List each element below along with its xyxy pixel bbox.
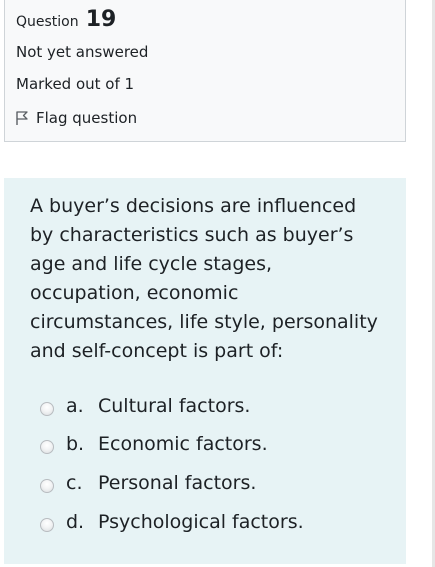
answer-option-a[interactable]: a. Cultural factors. bbox=[40, 395, 250, 417]
radio-button-b[interactable] bbox=[40, 440, 54, 454]
question-grade: Marked out of 1 bbox=[16, 75, 135, 93]
radio-button-d[interactable] bbox=[40, 518, 54, 532]
question-text-line: A buyer’s decisions are influenced bbox=[30, 195, 357, 217]
answer-option-b[interactable]: b. Economic factors. bbox=[40, 433, 268, 455]
answer-letter: a. bbox=[66, 395, 84, 417]
flag-question-label: Flag question bbox=[36, 109, 138, 127]
answer-text[interactable]: Psychological factors. bbox=[98, 511, 304, 533]
question-text: A buyer’s decisions are influenced by ch… bbox=[30, 192, 390, 366]
flag-outline-icon bbox=[15, 110, 29, 126]
quiz-page: Question 19 Not yet answered Marked out … bbox=[0, 0, 435, 567]
answer-letter: d. bbox=[66, 511, 85, 533]
answer-option-d[interactable]: d. Psychological factors. bbox=[40, 511, 304, 533]
radio-button-c[interactable] bbox=[40, 479, 54, 493]
answer-option-c[interactable]: c. Personal factors. bbox=[40, 472, 256, 494]
answer-text[interactable]: Economic factors. bbox=[98, 433, 268, 455]
question-text-line: circumstances, life style, personality bbox=[30, 311, 378, 333]
answer-letter: c. bbox=[66, 472, 83, 494]
answer-letter: b. bbox=[66, 433, 85, 455]
question-label: Question bbox=[16, 14, 79, 30]
radio-button-a[interactable] bbox=[40, 402, 54, 416]
flag-question-link[interactable]: Flag question bbox=[15, 109, 137, 127]
question-state: Not yet answered bbox=[16, 43, 149, 61]
question-heading: Question 19 bbox=[16, 7, 116, 32]
question-text-line: and self-concept is part of: bbox=[30, 340, 284, 362]
question-info-panel: Question 19 Not yet answered Marked out … bbox=[4, 0, 406, 142]
answer-text[interactable]: Personal factors. bbox=[98, 472, 256, 494]
question-text-line: occupation, economic bbox=[30, 282, 239, 304]
question-text-line: by characteristics such as buyer’s bbox=[30, 224, 354, 246]
answer-text[interactable]: Cultural factors. bbox=[98, 395, 250, 417]
question-content-panel: A buyer’s decisions are influenced by ch… bbox=[4, 178, 406, 564]
question-text-line: age and life cycle stages, bbox=[30, 253, 273, 275]
question-number: 19 bbox=[85, 7, 117, 32]
